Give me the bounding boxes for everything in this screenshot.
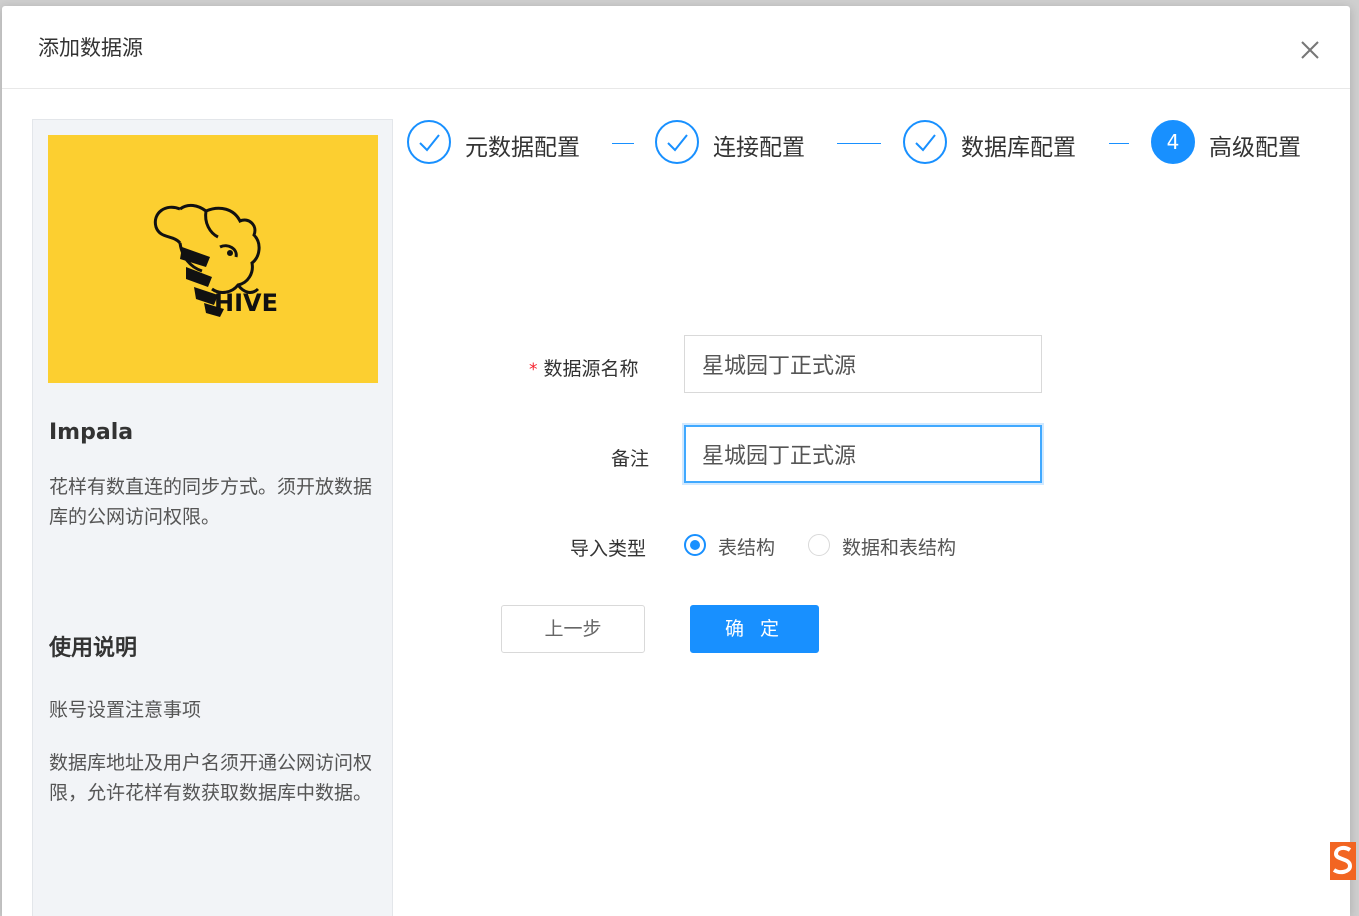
required-mark: * bbox=[529, 360, 538, 380]
dialog-header: 添加数据源 bbox=[2, 6, 1350, 89]
radio-label: 数据和表结构 bbox=[842, 537, 957, 559]
dialog-title: 添加数据源 bbox=[38, 36, 143, 60]
remark-input[interactable] bbox=[684, 425, 1042, 483]
remark-label: 备注 bbox=[611, 448, 650, 470]
usage-description: 数据库地址及用户名须开通公网访问权限，允许花样有数获取数据库中数据。 bbox=[49, 752, 373, 804]
import-type-label: 导入类型 bbox=[570, 538, 647, 560]
datasource-name-input[interactable] bbox=[684, 335, 1042, 393]
floating-assistant-icon[interactable] bbox=[1326, 838, 1359, 884]
step-connector bbox=[837, 143, 881, 144]
check-icon bbox=[903, 120, 947, 164]
confirm-button[interactable]: 确 定 bbox=[690, 605, 819, 653]
step-label: 元数据配置 bbox=[465, 135, 580, 161]
previous-step-button[interactable]: 上一步 bbox=[501, 605, 645, 653]
step-connector bbox=[612, 143, 634, 144]
datasource-info-panel: HIVE Impala 花样有数直连的同步方式。须开放数据库的公网访问权限。 使… bbox=[32, 119, 393, 916]
datasource-name-label: * 数据源名称 bbox=[529, 358, 639, 380]
check-icon bbox=[655, 120, 699, 164]
add-datasource-dialog: 添加数据源 HIVE Impala 花样有数直连的同步方式。须开放数据库的公网访… bbox=[2, 6, 1350, 916]
hive-logo-text: HIVE bbox=[214, 289, 278, 317]
step-label: 高级配置 bbox=[1209, 135, 1301, 161]
close-icon[interactable] bbox=[1292, 32, 1328, 68]
step-label: 数据库配置 bbox=[961, 135, 1076, 161]
step-label: 连接配置 bbox=[713, 135, 805, 161]
radio-checked-icon bbox=[684, 534, 706, 556]
radio-unchecked-icon bbox=[808, 534, 830, 556]
hive-logo: HIVE bbox=[48, 135, 378, 383]
wizard-steps: 元数据配置 连接配置 数据库配置 4 高级配置 bbox=[407, 118, 1327, 170]
datasource-type-description: 花样有数直连的同步方式。须开放数据库的公网访问权限。 bbox=[49, 476, 373, 528]
step-number: 4 bbox=[1151, 120, 1195, 164]
check-icon bbox=[407, 120, 451, 164]
usage-subtitle: 账号设置注意事项 bbox=[49, 699, 202, 721]
step-connector bbox=[1109, 143, 1129, 144]
usage-title: 使用说明 bbox=[49, 636, 138, 661]
radio-label: 表结构 bbox=[718, 537, 776, 559]
datasource-type-title: Impala bbox=[49, 420, 134, 445]
